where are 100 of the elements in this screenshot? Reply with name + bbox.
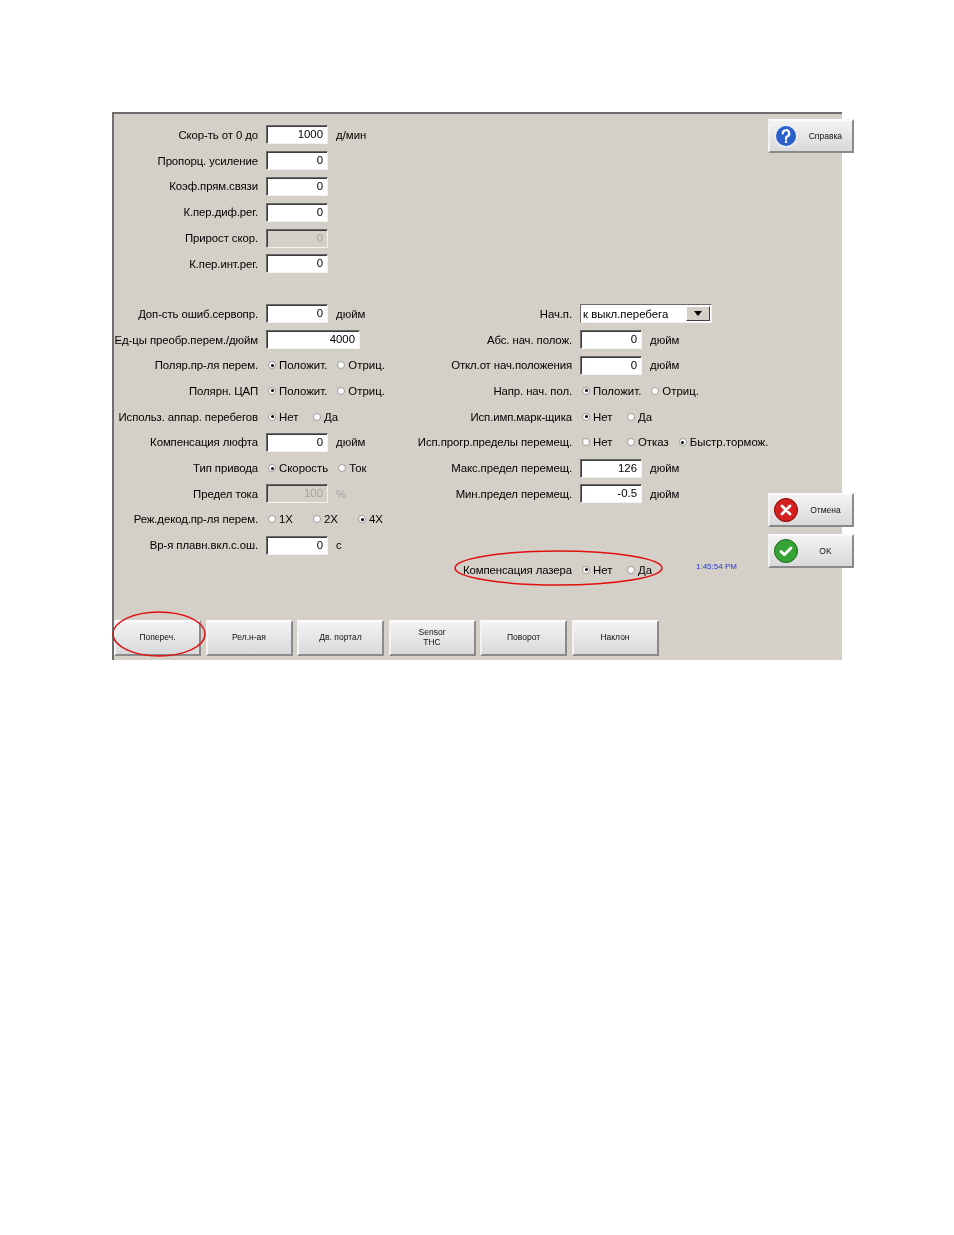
radio-button[interactable]	[582, 387, 590, 395]
field-label: Полярн. ЦАП	[187, 385, 258, 397]
radio-button[interactable]	[313, 412, 321, 421]
radio-button[interactable]	[627, 438, 635, 447]
input-field[interactable]: 0	[266, 432, 328, 452]
checkmark-icon	[774, 539, 799, 563]
radio-button[interactable]	[268, 412, 276, 421]
radio-option[interactable]: Да	[313, 410, 348, 423]
tab-button[interactable]: Попереч.	[114, 620, 201, 656]
unit-label: дюйм	[650, 333, 680, 346]
radio-option[interactable]: Положит.	[268, 385, 328, 397]
radio-option[interactable]: Положит.	[268, 359, 328, 372]
radio-button[interactable]	[268, 464, 276, 473]
field-label: Скор-ть от 0 до	[177, 128, 258, 141]
radio-option[interactable]: Нет	[582, 563, 617, 576]
field-label: Вр-я плавн.вкл.с.ош.	[148, 539, 258, 552]
radio-button[interactable]	[337, 387, 346, 395]
radio-option[interactable]: 4X	[358, 513, 393, 526]
tab-button[interactable]: Рел.н-ая	[205, 620, 293, 656]
unit-label: с	[336, 539, 342, 552]
radio-button[interactable]	[651, 387, 660, 395]
field-label: Предел тока	[192, 487, 258, 500]
unit-label: дюйм	[650, 359, 680, 372]
radio-option[interactable]: Отриц.	[651, 385, 699, 397]
input-field[interactable]: 0	[266, 151, 328, 171]
radio-button[interactable]	[678, 438, 687, 447]
field-label: Тип привода	[192, 462, 258, 475]
radio-option[interactable]: Нет	[582, 410, 617, 423]
input-field[interactable]: 0	[266, 254, 328, 274]
field-label: Компенсация лазера	[462, 563, 572, 576]
field-label: Напр. нач. пол.	[492, 385, 572, 397]
field-label: Пропорц. усиление	[156, 154, 258, 167]
unit-label: дюйм	[650, 487, 680, 500]
input-field[interactable]: 1000	[266, 125, 328, 145]
radio-button[interactable]	[582, 438, 590, 447]
field-label: Поляр.пр-ля перем.	[153, 359, 258, 372]
radio-option[interactable]: Да	[627, 563, 662, 576]
field-label: К.пер.инт.рег.	[188, 257, 258, 270]
radio-option[interactable]: Нет	[268, 410, 303, 423]
radio-button[interactable]	[582, 412, 590, 421]
field-label: Использ. аппар. перебегов	[117, 410, 258, 423]
field-label: Компенсация люфта	[149, 436, 258, 449]
input-field[interactable]: 0	[266, 202, 328, 222]
radio-button[interactable]	[268, 387, 276, 395]
help-button[interactable]: Справка	[768, 119, 855, 153]
field-label: Доп-сть ошиб.сервопр.	[137, 307, 258, 320]
tab-button[interactable]: Поворот	[480, 620, 567, 656]
help-icon	[774, 124, 799, 148]
radio-button[interactable]	[582, 565, 590, 574]
field-label: К.пер.диф.рег.	[182, 206, 258, 219]
input-field[interactable]: 0	[580, 355, 642, 375]
radio-option[interactable]: Быстр.тормож.	[678, 436, 769, 449]
field-label: Ед-цы преобр.перем./дюйм	[114, 333, 258, 346]
field-label: Нач.п.	[538, 307, 572, 320]
radio-option[interactable]: 1X	[268, 513, 303, 526]
radio-option[interactable]: Отриц.	[337, 385, 385, 397]
unit-label: дюйм	[336, 436, 366, 449]
input-field[interactable]: 126	[580, 458, 642, 478]
radio-option[interactable]: Ток	[338, 462, 374, 475]
radio-option[interactable]: Отказ	[627, 436, 669, 449]
cancel-button[interactable]: Отмена	[768, 493, 855, 527]
radio-option[interactable]: Отриц.	[337, 359, 385, 372]
ok-button[interactable]: OK	[768, 534, 855, 568]
unit-label: дюйм	[650, 462, 680, 475]
unit-label: дюйм	[336, 307, 366, 320]
input-field[interactable]: 0	[266, 535, 328, 555]
radio-button[interactable]	[627, 412, 635, 421]
unit-label: д/мин	[336, 128, 367, 141]
radio-button[interactable]	[338, 464, 347, 473]
time-label: 1:45:54 PM	[696, 562, 737, 572]
caret-icon	[694, 311, 702, 317]
radio-button[interactable]	[268, 515, 276, 524]
radio-button[interactable]	[337, 361, 346, 370]
radio-button[interactable]	[358, 515, 366, 524]
radio-option[interactable]: 2X	[313, 513, 348, 526]
input-field[interactable]: 0	[266, 177, 328, 196]
input-field[interactable]: 0	[266, 304, 328, 324]
field-label: Исп.прогр.пределы перемещ.	[416, 436, 572, 449]
radio-option[interactable]: Скорость	[268, 462, 329, 475]
tab-button[interactable]: Sensor THC	[388, 620, 476, 656]
radio-option[interactable]: Положит.	[582, 385, 642, 397]
input-field[interactable]: 0	[580, 330, 642, 350]
dropdown-field[interactable]: к выкл.перебега	[580, 304, 712, 324]
radio-option[interactable]: Нет	[582, 436, 617, 449]
field-label: Мин.предел перемещ.	[454, 487, 572, 500]
radio-button[interactable]	[268, 361, 276, 370]
field-label: Коэф.прям.связи	[168, 180, 258, 193]
tab-button[interactable]: Наклон	[571, 620, 659, 656]
radio-button[interactable]	[313, 515, 321, 524]
field-label: Макс.предел перемещ.	[450, 462, 572, 475]
input-field[interactable]: -0.5	[580, 484, 642, 504]
unit-label: %	[336, 487, 347, 500]
cross-icon	[774, 498, 799, 522]
radio-button[interactable]	[627, 565, 635, 574]
field-label: Исп.имп.марк-щика	[469, 410, 572, 423]
radio-option[interactable]: Да	[627, 410, 662, 423]
field-label: Прирост скор.	[184, 232, 258, 245]
field-label: Откл.от нач.положения	[450, 359, 572, 372]
input-field[interactable]: 4000	[266, 330, 360, 350]
tab-button[interactable]: Дв. портал	[297, 620, 384, 656]
